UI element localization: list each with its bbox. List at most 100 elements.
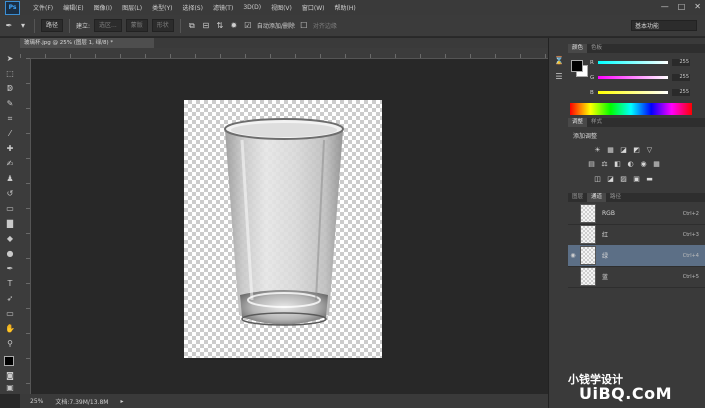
channel-row[interactable]: 蓝 Ctrl+5 [568, 266, 705, 288]
channel-row[interactable]: RGB Ctrl+2 [568, 203, 705, 225]
clone-stamp-tool-icon[interactable]: ♟ [4, 174, 16, 184]
slider-green[interactable]: G 255 [590, 74, 690, 81]
photo-filter-icon[interactable]: ◐ [626, 160, 635, 168]
marquee-tool-icon[interactable]: ⬚ [4, 69, 16, 79]
workspace-switcher[interactable]: 基本功能 [631, 20, 697, 31]
pen-tool-icon[interactable]: ✒ [4, 21, 14, 31]
tab-layers[interactable]: 图层 [568, 193, 587, 202]
lasso-tool-icon[interactable]: ↁ [4, 84, 16, 94]
status-arrow-icon[interactable]: ▸ [120, 398, 123, 405]
curves-icon[interactable]: ◪ [619, 146, 628, 154]
make-shape-button[interactable]: 形状 [151, 19, 174, 32]
properties-panel-icon[interactable]: ☰ [554, 72, 564, 82]
horizontal-ruler[interactable] [20, 48, 548, 59]
vertical-ruler[interactable] [20, 58, 31, 394]
black-white-icon[interactable]: ◧ [613, 160, 622, 168]
eye-icon[interactable]: ◉ [568, 252, 578, 259]
color-spectrum[interactable] [570, 103, 692, 115]
shape-tool-icon[interactable]: ▭ [4, 309, 16, 319]
gear-icon[interactable]: ✹ [229, 21, 239, 31]
make-mask-button[interactable]: 蒙版 [125, 19, 148, 32]
tool-mode-select[interactable]: 路径 [41, 19, 64, 32]
channel-mixer-icon[interactable]: ◉ [639, 160, 648, 168]
document-canvas[interactable] [184, 100, 382, 358]
menu-help[interactable]: 帮助(H) [330, 3, 361, 12]
exposure-icon[interactable]: ◩ [632, 146, 641, 154]
menu-file[interactable]: 文件(F) [28, 3, 58, 12]
blue-value[interactable]: 255 [672, 89, 690, 96]
menu-filter[interactable]: 滤镜(T) [208, 3, 238, 12]
minimize-button[interactable]: — [661, 2, 669, 11]
foreground-color-swatch[interactable] [4, 356, 14, 366]
screen-mode-icon[interactable]: ▣ [4, 383, 16, 393]
posterize-icon[interactable]: ◪ [606, 175, 615, 183]
hand-tool-icon[interactable]: ✋ [4, 324, 16, 334]
path-alignment-icon[interactable]: ⊟ [201, 21, 211, 31]
brush-tool-icon[interactable]: ✍ [4, 159, 16, 169]
menu-select[interactable]: 选择(S) [177, 3, 208, 12]
zoom-level[interactable]: 25% [30, 398, 43, 405]
maximize-button[interactable]: □ [678, 2, 686, 11]
foreground-color-swatch[interactable] [571, 60, 583, 72]
hue-saturation-icon[interactable]: ▤ [587, 160, 596, 168]
path-select-tool-icon[interactable]: ➶ [4, 294, 16, 304]
slider-red[interactable]: R 255 [590, 59, 690, 66]
invert-icon[interactable]: ◫ [593, 175, 602, 183]
close-button[interactable]: ✕ [694, 2, 701, 11]
healing-brush-tool-icon[interactable]: ✚ [4, 144, 16, 154]
green-value[interactable]: 255 [672, 74, 690, 81]
tab-color[interactable]: 颜色 [568, 44, 588, 53]
type-tool-icon[interactable]: T [4, 279, 16, 289]
channel-thumbnail [580, 204, 596, 223]
pen-tool-icon[interactable]: ✒ [4, 264, 16, 274]
menu-image[interactable]: 图像(I) [89, 3, 117, 12]
eraser-tool-icon[interactable]: ▭ [4, 204, 16, 214]
menu-view[interactable]: 视图(V) [266, 3, 297, 12]
align-edges-label[interactable]: 对齐边缘 [313, 21, 337, 30]
quick-mask-icon[interactable]: ◙ [4, 371, 16, 381]
checkbox-unchecked-icon[interactable]: ☐ [299, 21, 309, 31]
history-brush-tool-icon[interactable]: ↺ [4, 189, 16, 199]
blur-tool-icon[interactable]: ◆ [4, 234, 16, 244]
quick-select-tool-icon[interactable]: ✎ [4, 99, 16, 109]
zoom-tool-icon[interactable]: ⚲ [4, 339, 16, 349]
gradient-tool-icon[interactable]: ▇ [4, 219, 16, 229]
gradient-map-icon[interactable]: ▣ [632, 175, 641, 183]
checkbox-checked-icon[interactable]: ☑ [243, 21, 253, 31]
make-selection-button[interactable]: 选区... [94, 19, 122, 32]
chevron-down-icon[interactable]: ▾ [18, 21, 28, 31]
tab-channels[interactable]: 通道 [587, 193, 607, 202]
levels-icon[interactable]: ▦ [606, 146, 615, 154]
auto-add-delete-label[interactable]: 自动添加/删除 [257, 21, 295, 30]
menu-window[interactable]: 窗口(W) [297, 3, 330, 12]
red-track[interactable] [598, 61, 668, 64]
tab-swatches[interactable]: 色板 [587, 44, 606, 53]
blue-track[interactable] [598, 91, 668, 94]
color-balance-icon[interactable]: ⚖ [600, 160, 609, 168]
path-operations-icon[interactable]: ⧉ [187, 21, 197, 31]
brightness-icon[interactable]: ☀ [593, 146, 602, 154]
history-panel-icon[interactable]: ⌛ [554, 56, 564, 66]
threshold-icon[interactable]: ▨ [619, 175, 628, 183]
path-arrangement-icon[interactable]: ⇅ [215, 21, 225, 31]
tab-styles[interactable]: 样式 [587, 118, 606, 127]
crop-tool-icon[interactable]: ⌗ [4, 114, 16, 124]
menu-edit[interactable]: 编辑(E) [58, 3, 88, 12]
dodge-tool-icon[interactable]: ● [4, 249, 16, 259]
menu-type[interactable]: 类型(Y) [147, 3, 177, 12]
vibrance-icon[interactable]: ▽ [645, 146, 654, 154]
channel-row[interactable]: ◉ 绿 Ctrl+4 [568, 245, 705, 267]
color-lookup-icon[interactable]: ▦ [652, 160, 661, 168]
green-track[interactable] [598, 76, 668, 79]
move-tool-icon[interactable]: ➤ [4, 54, 16, 64]
tab-paths[interactable]: 路径 [606, 193, 625, 202]
tab-adjustments[interactable]: 调整 [568, 118, 588, 127]
selective-color-icon[interactable]: ▬ [645, 175, 654, 183]
menu-3d[interactable]: 3D(D) [238, 4, 266, 11]
red-value[interactable]: 255 [672, 59, 690, 66]
eyedropper-tool-icon[interactable]: ⁄ [4, 129, 16, 139]
document-tab[interactable]: 玻璃杯.jpg @ 25% (图层 1, 绿/8) * [20, 38, 154, 48]
slider-blue[interactable]: B 255 [590, 89, 690, 96]
menu-layer[interactable]: 图层(L) [117, 3, 147, 12]
channel-row[interactable]: 红 Ctrl+3 [568, 224, 705, 246]
